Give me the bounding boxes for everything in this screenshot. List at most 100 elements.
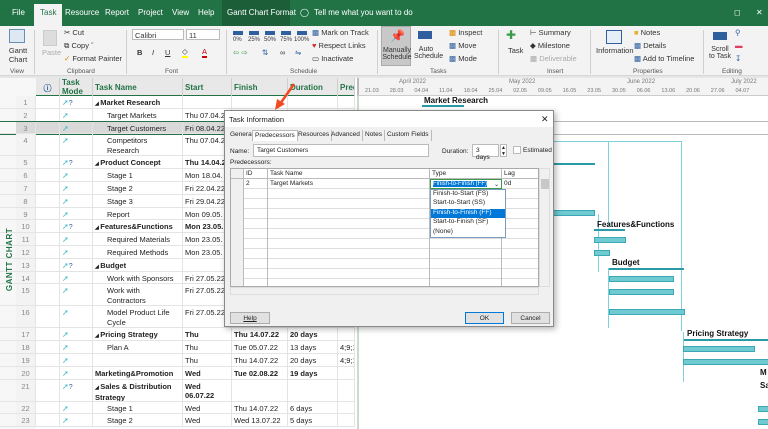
info-cell[interactable] (36, 353, 60, 366)
task-bar[interactable] (594, 250, 610, 256)
tab-notes[interactable]: Notes (363, 130, 385, 141)
manual-pin-icon[interactable]: ➚ (60, 284, 93, 306)
table-row[interactable]: 18 ➚ Plan A Thu 16.06.22Tue 05.07.2213 days… (0, 341, 355, 354)
table-row[interactable]: 22 ➚ Stage 1 Wed 06.07.22Thu 14.07.226 days (0, 401, 355, 415)
info-cell[interactable] (36, 284, 60, 306)
row-id[interactable]: 21 (16, 379, 36, 401)
predecessors-cell[interactable]: 4;9;1 (338, 353, 355, 366)
col-task-name[interactable]: Task Name (93, 78, 183, 96)
estimated-checkbox[interactable] (513, 146, 521, 154)
manual-pin-icon[interactable]: ➚ (60, 233, 93, 245)
info-cell[interactable] (36, 306, 60, 328)
task-bar[interactable] (609, 289, 674, 295)
info-cell[interactable] (36, 108, 60, 121)
info-cell[interactable] (36, 156, 60, 169)
info-cell[interactable] (36, 328, 60, 341)
task-name-cell[interactable]: Stage 2 (93, 181, 183, 194)
scroll-to-task-button[interactable]: Scroll to Task (708, 46, 732, 60)
manual-pin-icon[interactable]: ➚ (60, 328, 93, 341)
table-row[interactable]: 21 ➚? ◢ Sales & Distribution Strategy Wed 0… (0, 379, 355, 402)
tab-file[interactable]: File (12, 8, 25, 17)
info-cell[interactable] (36, 366, 60, 379)
underline-button[interactable]: U (165, 48, 170, 57)
manual-pin-icon[interactable]: ➚ (60, 414, 93, 427)
grid-row-empty[interactable] (231, 239, 538, 249)
task-name-cell[interactable]: ◢ Budget (93, 258, 183, 271)
task-name-cell[interactable]: Report (93, 207, 183, 220)
type-select[interactable]: Finish-to-Finish (FF) ⌄ (430, 179, 502, 189)
info-cell[interactable] (36, 245, 60, 258)
tab-advanced[interactable]: Advanced (329, 130, 363, 141)
font-size-select[interactable]: 11 (186, 29, 220, 40)
details-button[interactable]: ▩ Details (634, 41, 666, 50)
info-cell[interactable] (36, 181, 60, 194)
task-name-cell[interactable]: ◢ Product Concept (93, 156, 183, 169)
task-bar[interactable] (594, 237, 626, 243)
row-id[interactable]: 5 (16, 156, 36, 169)
row-id[interactable]: 4 (16, 134, 36, 156)
summary-bar[interactable] (609, 268, 684, 270)
info-cell[interactable] (36, 220, 60, 233)
bold-button[interactable]: B (137, 48, 142, 57)
grid-row[interactable]: 2 Target Markets Finish-to-Finish (FF) ⌄ … (231, 179, 538, 189)
task-name-cell[interactable]: Plan A (93, 341, 183, 353)
info-cell[interactable] (36, 121, 60, 134)
milestone-button[interactable]: ◆ Milestone (530, 41, 570, 50)
task-name-cell[interactable]: Required Methods (93, 245, 183, 258)
mark-on-track-button[interactable]: ▩ Mark on Track (312, 28, 369, 37)
task-bar[interactable] (549, 210, 595, 216)
info-cell[interactable] (36, 194, 60, 207)
finish-cell[interactable]: Tue 05.07.22 (232, 341, 288, 353)
task-bar[interactable] (683, 346, 755, 352)
duration-cell[interactable]: 6 days (288, 401, 338, 414)
predecessors-cell[interactable]: 4;9;1 (338, 341, 355, 353)
start-cell[interactable]: Thu 16.06.22 (183, 341, 232, 353)
row-id[interactable]: 16 (16, 306, 36, 328)
info-cell[interactable] (36, 96, 60, 108)
task-name-cell[interactable]: ◢ Features&Functions (93, 220, 183, 233)
task-bar[interactable] (609, 276, 674, 282)
link-icon[interactable]: ∞ (280, 48, 285, 57)
mode-button[interactable]: ▩ Mode (449, 54, 477, 63)
finish-cell[interactable]: Thu 14.07.22 (232, 401, 288, 414)
row-id[interactable]: 3 (16, 121, 36, 134)
manual-pin-icon[interactable]: ➚ (60, 401, 93, 414)
manual-pin-icon[interactable]: ➚ (60, 108, 93, 121)
grid-row-empty[interactable] (231, 259, 538, 269)
task-name-cell[interactable]: Work with Contractors (93, 284, 183, 306)
help-button[interactable]: Help (230, 312, 270, 324)
duration-cell[interactable]: 5 days (288, 414, 338, 427)
tab-gantt-chart-format[interactable]: Gantt Chart Format (227, 8, 296, 17)
predecessors-cell[interactable] (338, 379, 355, 401)
progress-25-icon[interactable] (249, 31, 259, 35)
row-id[interactable]: 6 (16, 169, 36, 181)
summary-bar[interactable] (594, 229, 625, 231)
task-name-cell[interactable]: Target Customers (93, 121, 183, 134)
unlink-icon[interactable]: ⇋ (295, 48, 301, 57)
close-icon[interactable]: ✕ (541, 114, 549, 125)
row-id[interactable]: 13 (16, 258, 36, 271)
task-name-cell[interactable]: Marketing&Promotion (93, 366, 183, 379)
auto-scheduled-question-icon[interactable]: ➚? (60, 96, 93, 108)
row-id[interactable]: 11 (16, 233, 36, 245)
task-name-cell[interactable] (93, 353, 183, 366)
info-cell[interactable] (36, 341, 60, 353)
row-id[interactable]: 23 (16, 414, 36, 427)
auto-scheduled-question-icon[interactable]: ➚? (60, 220, 93, 233)
task-name-cell[interactable]: Stage 1 (93, 401, 183, 414)
table-row[interactable]: 19 ➚ Thu 16.06.22Thu 14.07.2220 days4;9;1 (0, 353, 355, 367)
add-to-timeline-button[interactable]: ▩ Add to Timeline (634, 54, 694, 63)
clear-icon[interactable]: ▬ (735, 41, 743, 50)
auto-scheduled-question-icon[interactable]: ➚? (60, 258, 93, 271)
tab-help[interactable]: Help (198, 8, 214, 17)
tab-custom-fields[interactable]: Custom Fields (385, 130, 432, 141)
task-name-cell[interactable]: Stage 3 (93, 194, 183, 207)
start-cell[interactable]: Thu 16.06.22 (183, 353, 232, 366)
predecessors-cell[interactable] (338, 328, 355, 341)
row-id[interactable]: 8 (16, 194, 36, 207)
horizontal-scrollbar[interactable] (230, 287, 539, 295)
row-id[interactable]: 14 (16, 271, 36, 284)
info-cell[interactable] (36, 271, 60, 284)
highlight-icon[interactable]: ◇ (182, 47, 188, 58)
row-id[interactable]: 1 (16, 96, 36, 108)
